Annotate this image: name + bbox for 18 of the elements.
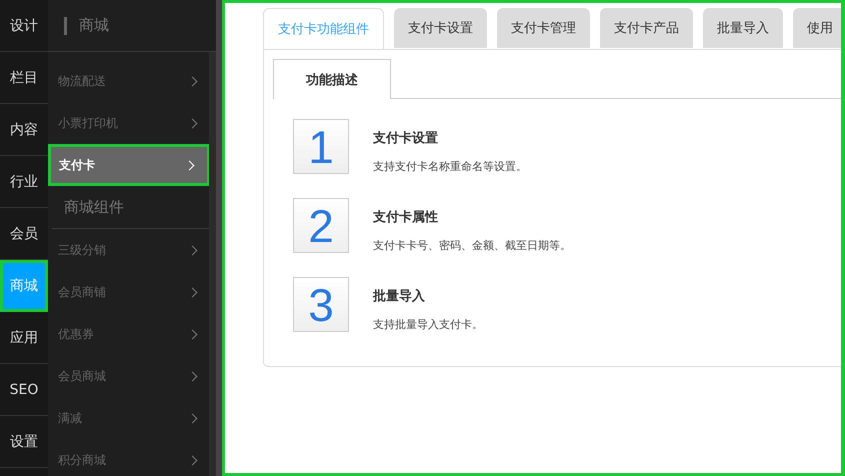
- number-tile: 2: [293, 198, 349, 253]
- feature-description: 支付卡卡号、密码、金额、截至日期等。: [373, 238, 571, 253]
- tab[interactable]: 支付卡管理: [497, 8, 590, 48]
- submenu-item[interactable]: 支付卡: [48, 144, 210, 186]
- feature-description: 支持支付卡名称重命名等设置。: [373, 159, 527, 174]
- tab[interactable]: 使用: [793, 8, 841, 48]
- feature-title: 支付卡设置: [373, 130, 439, 147]
- tab[interactable]: 批量导入: [703, 8, 783, 48]
- submenu-title: 商城: [79, 16, 109, 35]
- feature-title: 支付卡属性: [373, 209, 439, 226]
- tab[interactable]: 支付卡产品: [600, 8, 693, 48]
- tab[interactable]: 支付卡设置: [394, 8, 487, 48]
- number-tile: 1: [293, 119, 349, 174]
- feature-description: 支持批量导入支付卡。: [373, 317, 483, 332]
- number-tile: 3: [293, 277, 349, 332]
- feature-title: 批量导入: [373, 288, 426, 305]
- tab[interactable]: 功能描述: [273, 59, 391, 99]
- title-bar-mark: [64, 16, 67, 34]
